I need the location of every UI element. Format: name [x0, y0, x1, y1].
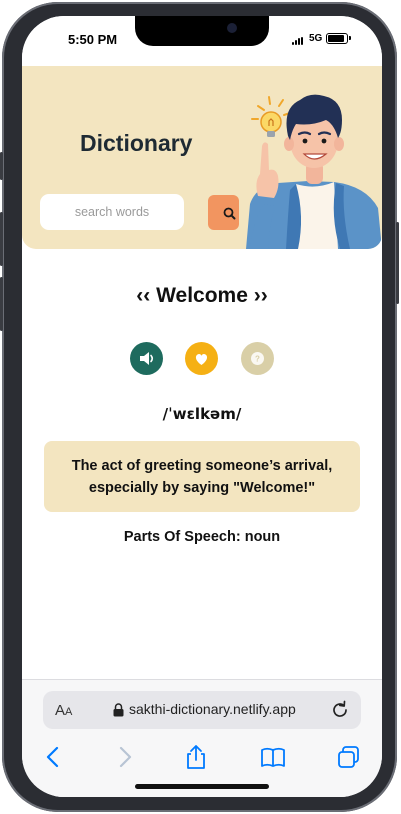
- safari-toolbar: AA sakthi-dictionary.netlify.app: [22, 679, 382, 797]
- pronounce-button[interactable]: [130, 342, 163, 375]
- address-bar[interactable]: AA sakthi-dictionary.netlify.app: [43, 691, 361, 729]
- app-title: Dictionary: [80, 130, 193, 156]
- phonetic-text: /ˈwɛlkəm/: [162, 405, 242, 423]
- parts-of-speech: Parts Of Speech: noun: [123, 529, 281, 545]
- search-button[interactable]: [208, 195, 239, 230]
- forward-icon[interactable]: [110, 743, 138, 771]
- bookmarks-icon[interactable]: [259, 743, 287, 771]
- lightbulb-icon: [251, 96, 291, 137]
- help-button[interactable]: ?: [241, 342, 274, 375]
- side-button: [396, 222, 399, 304]
- word-title: ‹‹ Welcome ››: [136, 284, 268, 307]
- signal-icon: [292, 37, 306, 45]
- definition-text: The act of greeting someone’s arrival, e…: [71, 457, 333, 496]
- favorite-button[interactable]: [185, 342, 218, 375]
- side-button: [0, 212, 3, 266]
- reload-icon[interactable]: [329, 699, 351, 721]
- side-button: [0, 152, 3, 180]
- search-input[interactable]: [40, 194, 184, 230]
- lock-icon: [113, 703, 124, 717]
- avatar-illustration: [246, 94, 382, 249]
- network-label: 5G: [309, 33, 323, 44]
- status-time: 5:50 PM: [68, 32, 118, 47]
- speaker-icon: [140, 352, 154, 365]
- heart-icon: [195, 354, 208, 365]
- share-icon[interactable]: [182, 743, 210, 771]
- tabs-icon[interactable]: [335, 743, 363, 771]
- status-bar: 5:50 PM 5G: [22, 16, 382, 66]
- back-icon[interactable]: [40, 743, 68, 771]
- help-icon: ?: [251, 352, 264, 365]
- app-header: Dictionary: [22, 66, 382, 249]
- url-text: sakthi-dictionary.netlify.app: [129, 701, 296, 717]
- definition-box: The act of greeting someone’s arrival, e…: [44, 441, 360, 512]
- svg-text:?: ?: [255, 355, 260, 364]
- battery-icon: [326, 33, 351, 44]
- side-button: [0, 277, 3, 331]
- screen: 5:50 PM 5G Dictionary search words ‹‹ We…: [22, 16, 382, 797]
- notch: [135, 16, 269, 46]
- home-indicator: [135, 784, 269, 789]
- text-size-button[interactable]: AA: [55, 702, 72, 719]
